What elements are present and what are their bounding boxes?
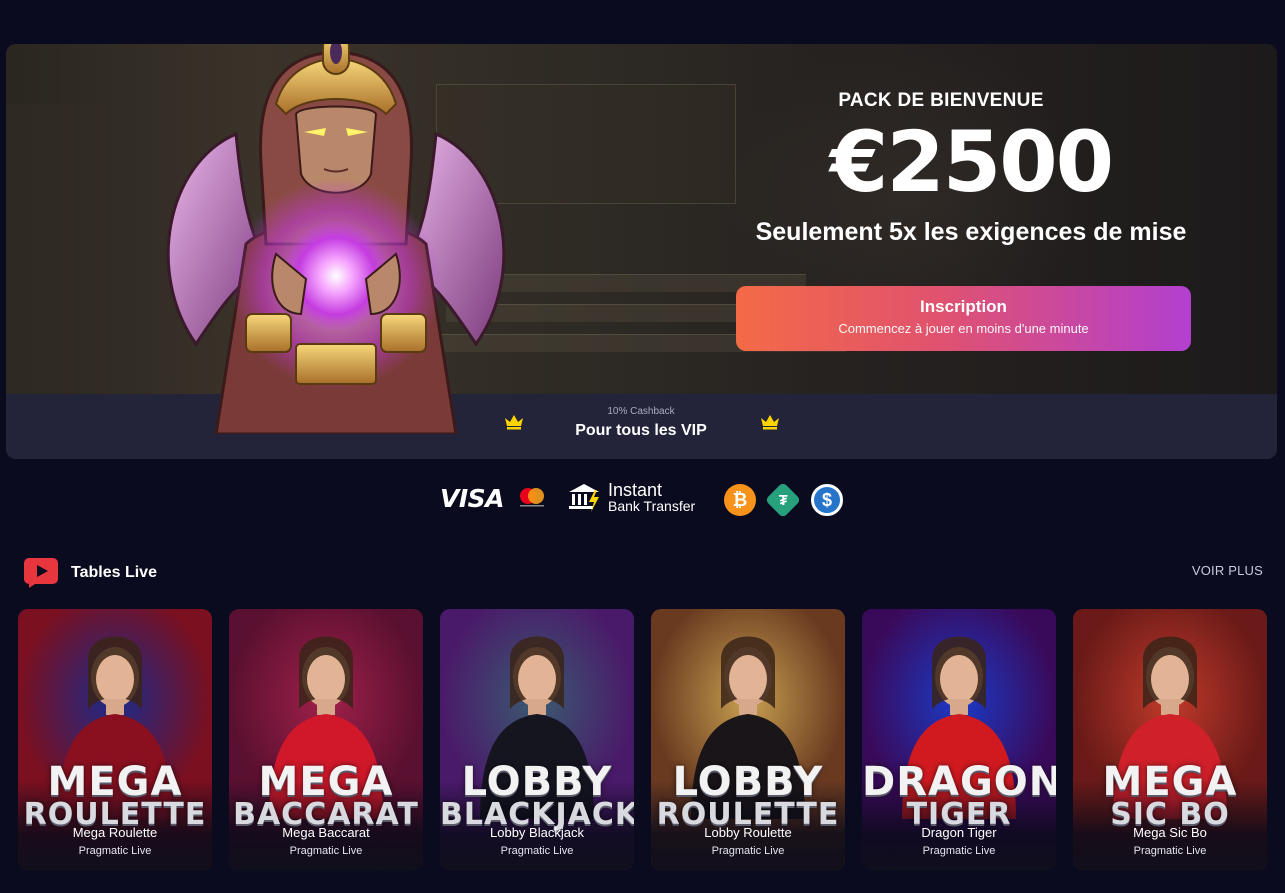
bitcoin-icon: ₿ <box>724 484 756 516</box>
game-name: Lobby Blackjack <box>490 825 584 840</box>
cashback-label: 10% Cashback <box>607 406 675 417</box>
game-name: Mega Baccarat <box>282 825 370 840</box>
signup-button[interactable]: Inscription Commencez à jouer en moins d… <box>736 286 1191 351</box>
live-play-icon <box>24 558 58 588</box>
game-name: Lobby Roulette <box>704 825 792 840</box>
promo-amount: €2500 <box>829 113 1114 211</box>
bank-transfer-line2: Bank Transfer <box>608 498 696 514</box>
signup-button-title: Inscription <box>920 297 1007 316</box>
tether-glyph: ₮ <box>778 492 788 508</box>
see-more-link[interactable]: VOIR PLUS <box>1192 563 1263 578</box>
game-provider: Pragmatic Live <box>1133 845 1207 857</box>
welcome-banner: PACK DE BIENVENUE €2500 Seulement 5x les… <box>6 44 1277 459</box>
bank-icon <box>569 484 599 512</box>
usdc-icon: $ <box>811 484 843 516</box>
signup-button-subtitle: Commencez à jouer en moins d'une minute <box>838 321 1089 336</box>
game-card[interactable]: LOBBY ROULETTE Lobby Roulette Pragmatic Liv… <box>651 609 845 870</box>
game-card[interactable]: MEGA ROULETTE Mega Roulette Pragmatic Live <box>18 609 212 870</box>
promo-kicker: PACK DE BIENVENUE <box>838 90 1044 111</box>
game-card[interactable]: MEGA BACCARAT Mega Baccarat Pragmatic Live <box>229 609 423 870</box>
game-card[interactable]: DRAGON TIGER Dragon Tiger Pragmatic Live <box>862 609 1056 870</box>
crown-icon <box>505 415 523 430</box>
game-card[interactable]: MEGA SIC BO Mega Sic Bo Pragmatic Live <box>1073 609 1267 870</box>
mastercard-icon <box>520 488 544 507</box>
promo-subtitle: Seulement 5x les exigences de mise <box>755 218 1187 246</box>
game-name: Dragon Tiger <box>921 825 997 840</box>
tether-icon: ₮ <box>764 481 802 519</box>
bank-transfer-line1: Instant <box>608 480 663 500</box>
game-provider: Pragmatic Live <box>922 845 996 857</box>
game-name: Mega Roulette <box>72 825 158 840</box>
pharaoh-character-illustration <box>166 44 506 434</box>
crown-icon <box>761 415 779 430</box>
game-card[interactable]: LOBBY BLACKJACK Lobby Blackjack Pragmatic L… <box>440 609 634 870</box>
section-title: Tables Live <box>71 564 157 581</box>
game-provider: Pragmatic Live <box>711 845 785 857</box>
game-provider: Pragmatic Live <box>289 845 363 857</box>
game-provider: Pragmatic Live <box>500 845 574 857</box>
cashback-vip-text: Pour tous les VIP <box>575 422 707 439</box>
visa-logo: VISA <box>440 484 505 513</box>
game-provider: Pragmatic Live <box>78 845 152 857</box>
game-name: Mega Sic Bo <box>1133 825 1207 840</box>
payment-methods: VISA Instant Bank Transfer ₿ ₮ $ <box>0 478 1285 519</box>
